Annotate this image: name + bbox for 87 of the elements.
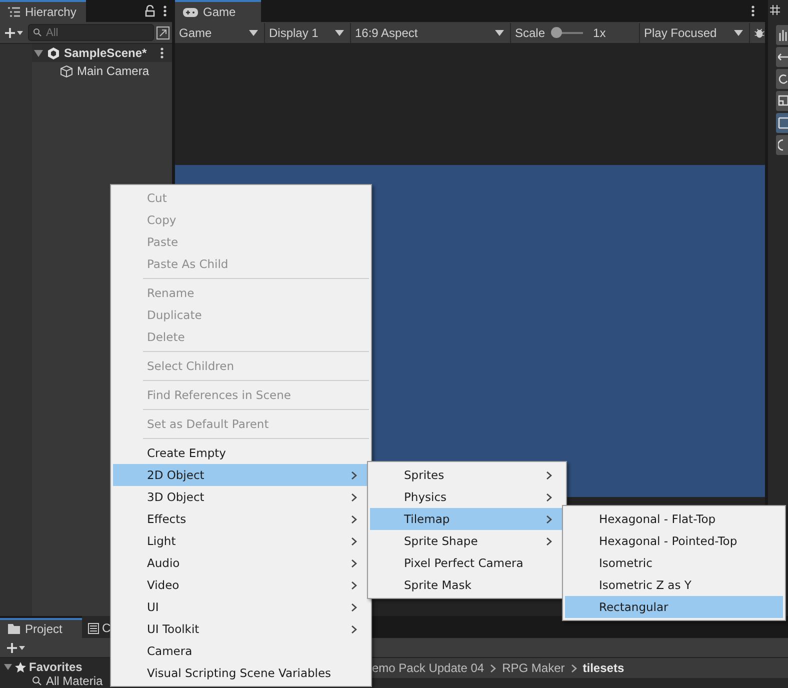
view-dropdown[interactable]: Game bbox=[175, 22, 265, 42]
tool-button[interactable] bbox=[776, 113, 788, 133]
more-icon[interactable] bbox=[163, 5, 167, 17]
scale-value: 1x bbox=[593, 26, 606, 40]
hierarchy-tab[interactable]: Hierarchy bbox=[0, 0, 86, 22]
chevron-right-icon bbox=[546, 492, 552, 502]
dropdown-arrow-icon bbox=[734, 30, 743, 36]
move-icon bbox=[778, 51, 788, 63]
slider-thumb[interactable] bbox=[551, 27, 562, 38]
tool-button[interactable] bbox=[776, 69, 788, 89]
display-dropdown[interactable]: Display 1 bbox=[265, 22, 351, 42]
tool-button[interactable] bbox=[776, 25, 788, 45]
menu-item[interactable]: Pixel Perfect Camera bbox=[370, 552, 564, 574]
menu-item[interactable]: UI bbox=[113, 596, 369, 618]
favorites-item[interactable]: Favorites bbox=[0, 660, 110, 674]
scene-search-icon[interactable] bbox=[156, 26, 170, 40]
menu-item[interactable]: Light bbox=[113, 530, 369, 552]
menu-item[interactable]: Isometric Z as Y bbox=[565, 574, 783, 596]
favorite-item[interactable]: All Materia bbox=[0, 674, 110, 688]
menu-item[interactable]: Isometric bbox=[565, 552, 783, 574]
aspect-dropdown[interactable]: 16:9 Aspect bbox=[351, 22, 511, 42]
star-icon bbox=[15, 662, 26, 672]
menu-item[interactable]: Visual Scripting Scene Variables bbox=[113, 662, 369, 684]
menu-item[interactable]: Hexagonal - Pointed-Top bbox=[565, 530, 783, 552]
scale-icon bbox=[778, 95, 788, 107]
gamepad-icon bbox=[183, 8, 198, 16]
rotate-icon bbox=[778, 73, 788, 85]
more-icon[interactable] bbox=[751, 5, 755, 17]
tool-button[interactable] bbox=[776, 135, 788, 155]
scale-label: Scale bbox=[515, 26, 546, 40]
chevron-right-icon bbox=[351, 580, 357, 590]
list-icon bbox=[8, 7, 20, 17]
console-icon bbox=[88, 622, 99, 634]
menu-item[interactable]: UI Toolkit bbox=[113, 618, 369, 640]
menu-item[interactable]: Sprites bbox=[370, 464, 564, 486]
add-button[interactable] bbox=[4, 642, 28, 654]
menu-item[interactable]: Physics bbox=[370, 486, 564, 508]
expanded-arrow-icon[interactable] bbox=[34, 50, 43, 56]
dropdown-arrow-icon bbox=[335, 30, 344, 36]
chevron-right-icon bbox=[351, 602, 357, 612]
menu-item[interactable]: Hexagonal - Flat-Top bbox=[565, 508, 783, 530]
expanded-arrow-icon[interactable] bbox=[4, 664, 12, 670]
menu-item[interactable]: Camera bbox=[113, 640, 369, 662]
chevron-right-icon bbox=[490, 664, 496, 672]
search-icon bbox=[32, 676, 42, 686]
lock-icon[interactable] bbox=[145, 5, 155, 17]
chevron-right-icon bbox=[546, 514, 552, 524]
game-tab[interactable]: Game bbox=[175, 0, 261, 22]
chevron-right-icon bbox=[351, 558, 357, 568]
menu-item[interactable]: Sprite Mask bbox=[370, 574, 564, 596]
chevron-right-icon bbox=[546, 536, 552, 546]
chevron-right-icon bbox=[351, 624, 357, 634]
breadcrumb-item[interactable]: emo Pack Update 04 bbox=[372, 661, 484, 675]
menu-item[interactable]: Sprite Shape bbox=[370, 530, 564, 552]
dropdown-arrow-icon bbox=[495, 30, 504, 36]
dropdown-arrow-icon bbox=[249, 30, 258, 36]
chevron-right-icon bbox=[546, 470, 552, 480]
menu-item[interactable]: Video bbox=[113, 574, 369, 596]
tree-item[interactable]: Main Camera bbox=[32, 62, 172, 80]
menu-item[interactable]: Audio bbox=[113, 552, 369, 574]
tool-button[interactable] bbox=[776, 91, 788, 111]
chevron-right-icon bbox=[570, 664, 577, 672]
grid-icon[interactable] bbox=[770, 5, 780, 15]
menu-item[interactable]: 3D Object bbox=[113, 486, 369, 508]
tool-button[interactable] bbox=[776, 47, 788, 67]
play-mode-dropdown[interactable]: Play Focused bbox=[640, 22, 750, 42]
chevron-right-icon bbox=[351, 470, 357, 480]
unity-icon bbox=[47, 46, 60, 60]
chevron-right-icon bbox=[351, 536, 357, 546]
menu-item[interactable]: Effects bbox=[113, 508, 369, 530]
search-icon bbox=[33, 28, 42, 37]
add-button[interactable] bbox=[2, 26, 26, 38]
menu-item[interactable]: Create Empty bbox=[113, 442, 369, 464]
rect-tool-icon bbox=[778, 117, 788, 129]
folder-icon bbox=[8, 624, 20, 634]
chevron-right-icon bbox=[351, 514, 357, 524]
scene-name: SampleScene* bbox=[64, 46, 147, 60]
menu-item[interactable]: 2D Object bbox=[113, 464, 369, 486]
cube-icon bbox=[60, 64, 73, 78]
more-icon[interactable] bbox=[160, 47, 164, 59]
breadcrumb-item[interactable]: tilesets bbox=[582, 661, 624, 675]
menu-item[interactable]: Tilemap bbox=[370, 508, 564, 530]
chevron-right-icon bbox=[351, 492, 357, 502]
menu-item[interactable]: Rectangular bbox=[565, 596, 783, 618]
panel-tab[interactable]: Project bbox=[0, 618, 82, 638]
breadcrumb-item[interactable]: RPG Maker bbox=[502, 661, 565, 675]
scene-row[interactable]: SampleScene* bbox=[32, 44, 172, 62]
